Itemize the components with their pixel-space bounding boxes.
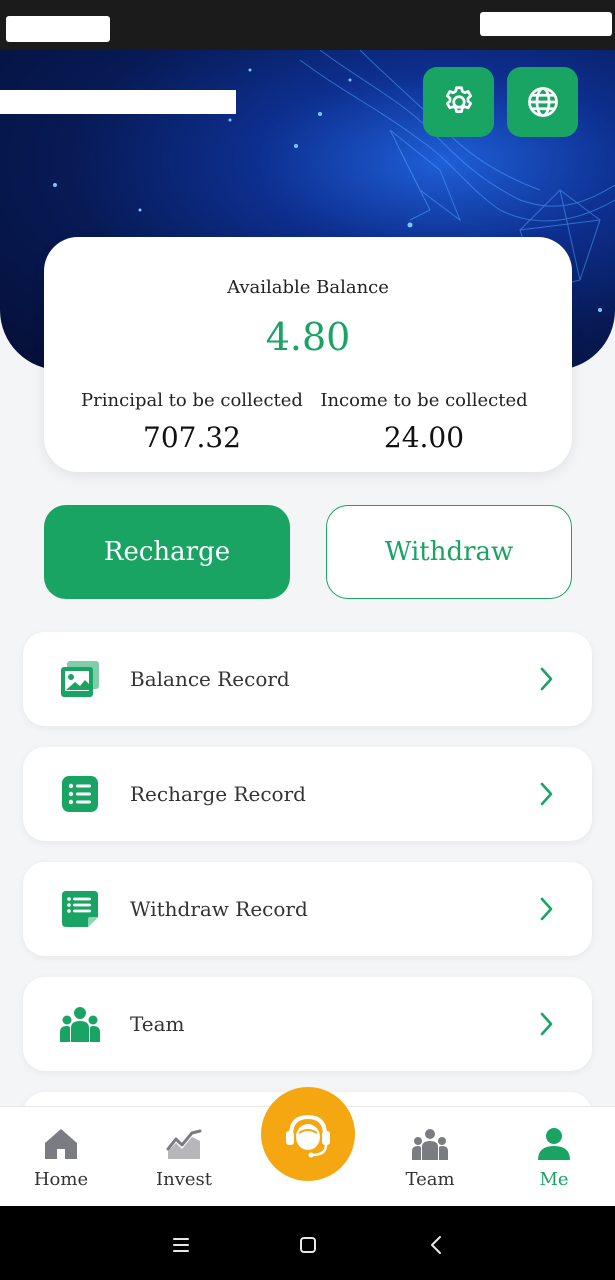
nav-me-label: Me [539, 1169, 569, 1190]
redacted-status-left [6, 16, 110, 42]
withdraw-button[interactable]: Withdraw [326, 505, 572, 599]
menu-item-recharge-record[interactable]: Recharge Record [23, 747, 592, 841]
status-bar [0, 0, 615, 50]
menu-item-label: Balance Record [130, 667, 290, 691]
home-icon [45, 1129, 77, 1159]
nav-team-label: Team [405, 1169, 455, 1190]
menu-icon[interactable] [166, 1230, 196, 1260]
nav-team[interactable]: Team [380, 1107, 480, 1207]
person-icon [538, 1128, 570, 1160]
gear-icon [445, 86, 472, 113]
document-list-icon [62, 891, 98, 927]
income-column: Income to be collected 24.00 [292, 390, 556, 454]
available-balance-value: 4.80 [265, 315, 351, 359]
settings-button[interactable] [423, 67, 494, 137]
menu-item-label: Withdraw Record [130, 897, 308, 921]
chevron-right-icon [540, 897, 553, 921]
chevron-right-icon [540, 1012, 553, 1036]
balance-card: Available Balance 4.80 Principal to be c… [44, 237, 572, 472]
system-nav-bar [0, 1206, 615, 1280]
recharge-button[interactable]: Recharge [44, 505, 290, 599]
menu-item-label: Recharge Record [130, 782, 306, 806]
team-icon [412, 1129, 448, 1160]
nav-invest-label: Invest [156, 1169, 212, 1190]
chevron-right-icon [540, 782, 553, 806]
nav-home[interactable]: Home [11, 1107, 111, 1207]
home-square-icon[interactable] [293, 1230, 323, 1260]
back-icon[interactable] [422, 1230, 452, 1260]
globe-icon [527, 87, 558, 117]
menu-item-team[interactable]: Team [23, 977, 592, 1071]
principal-column: Principal to be collected 707.32 [60, 390, 324, 454]
redacted-title [0, 90, 236, 114]
nav-invest[interactable]: Invest [134, 1107, 234, 1207]
group-icon [60, 1007, 100, 1042]
income-value: 24.00 [383, 421, 465, 454]
chevron-right-icon [540, 667, 553, 691]
menu-item-balance-record[interactable]: Balance Record [23, 632, 592, 726]
nav-home-label: Home [33, 1169, 89, 1190]
customer-support-button[interactable] [261, 1087, 355, 1181]
language-button[interactable] [507, 67, 578, 137]
income-label: Income to be collected [320, 390, 528, 411]
menu-item-label: Team [130, 1012, 185, 1036]
principal-value: 707.32 [143, 421, 241, 454]
redacted-status-right [480, 12, 612, 36]
menu-item-withdraw-record[interactable]: Withdraw Record [23, 862, 592, 956]
image-gallery-icon [61, 661, 99, 697]
list-icon [62, 776, 98, 812]
headset-support-icon [286, 1114, 330, 1158]
available-balance-label: Available Balance [227, 277, 389, 298]
nav-me[interactable]: Me [504, 1107, 604, 1207]
chart-trend-icon [166, 1129, 202, 1159]
principal-label: Principal to be collected [81, 390, 303, 411]
